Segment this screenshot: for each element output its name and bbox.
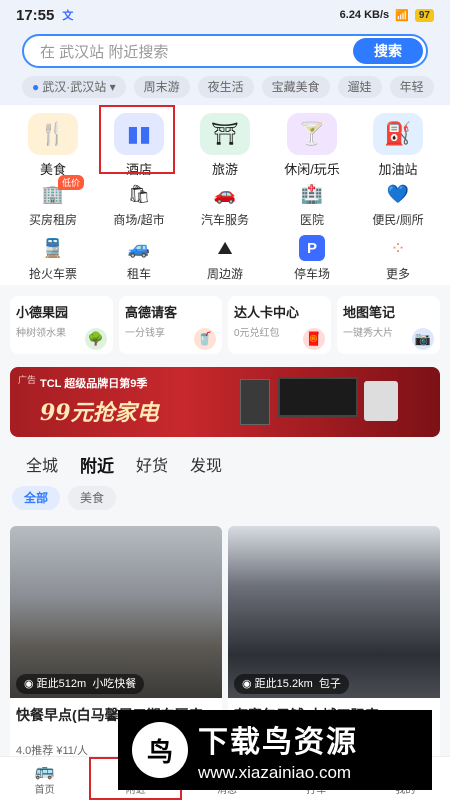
tab-discover[interactable]: 发现 bbox=[190, 452, 222, 477]
watermark-url: www.xiazainiao.com bbox=[198, 763, 352, 782]
promo-cards: 小德果园 种树领水果 🌳 高德请客 一分钱享 🥤 达人卡中心 0元兑红包 🧧 地… bbox=[10, 296, 440, 354]
chip-location[interactable]: ● 武汉·武汉站 ▾ bbox=[22, 76, 126, 98]
service-label: 更多 bbox=[385, 267, 410, 281]
rental-car-icon: 🚙 bbox=[127, 237, 151, 258]
app-notification-icon: 文 bbox=[62, 10, 74, 22]
washer-image bbox=[364, 381, 398, 421]
tree-icon: 🌳 bbox=[85, 328, 107, 350]
tv-image bbox=[278, 377, 358, 417]
service-label: 商场/超市 bbox=[113, 213, 165, 227]
service-label: 抢火车票 bbox=[28, 267, 77, 281]
chip-weekend[interactable]: 周末游 bbox=[133, 76, 190, 98]
nav-label: 首页 bbox=[34, 785, 55, 796]
ad-slogan: 99元抢家电 bbox=[40, 400, 159, 426]
shop-photo bbox=[10, 526, 222, 698]
watermark-logo: 鸟 bbox=[132, 722, 188, 778]
train-icon: 🚆 bbox=[41, 237, 65, 258]
service-label: 买房租房 bbox=[28, 213, 77, 227]
heart-hand-icon: 💙 bbox=[386, 183, 410, 204]
service-label: 休闲/玩乐 bbox=[284, 162, 340, 177]
distance-text: 距此15.2km bbox=[254, 678, 313, 690]
distance-tag: ◉ 距此15.2km 包子 bbox=[234, 674, 349, 694]
battery-icon: 97 bbox=[414, 8, 434, 22]
service-label: 医院 bbox=[299, 213, 324, 227]
ad-title: TCL 超级品牌日第9季 bbox=[40, 378, 148, 390]
feed-tabs: 全城 附近 好货 发现 bbox=[26, 452, 222, 477]
chip-label: 武汉·武汉站 bbox=[42, 80, 107, 94]
location-pin-icon: ● bbox=[32, 80, 40, 94]
distance-text: 距此512m bbox=[36, 678, 87, 690]
promo-card-expert[interactable]: 达人卡中心 0元兑红包 🧧 bbox=[228, 296, 331, 354]
low-price-badge: 低价 bbox=[58, 175, 85, 190]
status-time: 17:55 bbox=[16, 6, 55, 24]
parking-icon: P bbox=[299, 235, 325, 261]
chip-row: ● 武汉·武汉站 ▾ 周末游 夜生活 宝藏美食 遛娃 年轻 bbox=[22, 76, 434, 98]
feed-filters: 全部 美食 bbox=[12, 486, 117, 510]
search-input[interactable]: 在 武汉站 附近搜索 bbox=[40, 41, 353, 62]
promo-title: 达人卡中心 bbox=[234, 305, 300, 320]
wifi-icon: 📶 bbox=[395, 9, 409, 22]
car-icon: 🚗 bbox=[213, 183, 237, 204]
nav-home[interactable]: 🚌 首页 bbox=[0, 757, 89, 800]
fork-knife-icon: 🍴 bbox=[28, 113, 78, 155]
service-grid: 🍴 美食 ▮▮ 酒店 ⛩ 旅游 🍸 休闲/玩乐 ⛽ 加油站 🏢 低价 买房租房 … bbox=[0, 105, 450, 285]
cocktail-icon: 🍸 bbox=[287, 113, 337, 155]
promo-card-notes[interactable]: 地图笔记 一键秀大片 📷 bbox=[337, 296, 440, 354]
service-label: 周边游 bbox=[206, 267, 243, 281]
chevron-down-icon: ▾ bbox=[106, 80, 116, 94]
network-speed: 6.24 KB/s bbox=[339, 9, 390, 21]
camera-icon: 📷 bbox=[412, 328, 434, 350]
watermark: 鸟 下载鸟资源 www.xiazainiao.com bbox=[118, 710, 432, 790]
promo-card-treat[interactable]: 高德请客 一分钱享 🥤 bbox=[119, 296, 222, 354]
chip-nightlife[interactable]: 夜生活 bbox=[197, 76, 254, 98]
service-label: 加油站 bbox=[378, 162, 418, 177]
location-pin-icon: ◉ bbox=[24, 678, 37, 690]
shop-photo bbox=[228, 526, 440, 698]
service-label: 汽车服务 bbox=[200, 213, 249, 227]
tab-goods[interactable]: 好货 bbox=[136, 452, 168, 477]
filter-food[interactable]: 美食 bbox=[68, 486, 117, 510]
promo-card-orchard[interactable]: 小德果园 种树领水果 🌳 bbox=[10, 296, 113, 354]
mountain-icon: ⛰ bbox=[217, 237, 233, 258]
filter-all[interactable]: 全部 bbox=[12, 486, 61, 510]
promo-title: 小德果园 bbox=[16, 305, 69, 320]
gas-pump-icon: ⛽ bbox=[373, 113, 423, 155]
category-text: 包子 bbox=[318, 678, 341, 690]
service-label: 停车场 bbox=[293, 267, 330, 281]
tab-nearby[interactable]: 附近 bbox=[80, 452, 114, 477]
distance-tag: ◉ 距此512m 小吃快餐 bbox=[16, 674, 145, 694]
highlight-box bbox=[99, 105, 175, 174]
drink-icon: 🥤 bbox=[194, 328, 216, 350]
search-bar[interactable]: 在 武汉站 附近搜索 搜索 bbox=[22, 34, 428, 68]
chip-food[interactable]: 宝藏美食 bbox=[261, 76, 330, 98]
service-label: 旅游 bbox=[211, 162, 238, 177]
service-label: 便民/厕所 bbox=[372, 213, 424, 227]
red-packet-icon: 🧧 bbox=[303, 328, 325, 350]
chip-young[interactable]: 年轻 bbox=[389, 76, 434, 98]
status-right: 6.24 KB/s 📶 97 bbox=[339, 8, 434, 22]
hospital-icon: 🏥 bbox=[300, 183, 324, 204]
header: 在 武汉站 附近搜索 搜索 ● 武汉·武汉站 ▾ 周末游 夜生活 宝藏美食 遛娃 … bbox=[0, 30, 450, 105]
chip-kids[interactable]: 遛娃 bbox=[337, 76, 382, 98]
gate-icon: ⛩ bbox=[200, 113, 250, 155]
more-dots-icon: ⁘ bbox=[390, 237, 406, 258]
promo-title: 高德请客 bbox=[125, 305, 178, 320]
ad-banner[interactable]: 广告 TCL 超级品牌日第9季 99元抢家电 bbox=[10, 367, 440, 437]
tab-city[interactable]: 全城 bbox=[26, 452, 58, 477]
bus-icon: 🚌 bbox=[34, 763, 55, 780]
service-label: 租车 bbox=[126, 267, 151, 281]
promo-title: 地图笔记 bbox=[343, 305, 396, 320]
shopping-bag-icon: 🛍 bbox=[127, 183, 151, 204]
fridge-image bbox=[240, 379, 270, 425]
category-text: 小吃快餐 bbox=[92, 678, 137, 690]
location-pin-icon: ◉ bbox=[242, 678, 255, 690]
search-button[interactable]: 搜索 bbox=[353, 38, 423, 64]
watermark-title: 下载鸟资源 bbox=[198, 726, 358, 759]
watermark-text: 下载鸟资源 www.xiazainiao.com bbox=[198, 717, 358, 783]
ad-tag: 广告 bbox=[18, 375, 37, 385]
status-bar: 17:55 文 6.24 KB/s 📶 97 bbox=[0, 0, 450, 30]
